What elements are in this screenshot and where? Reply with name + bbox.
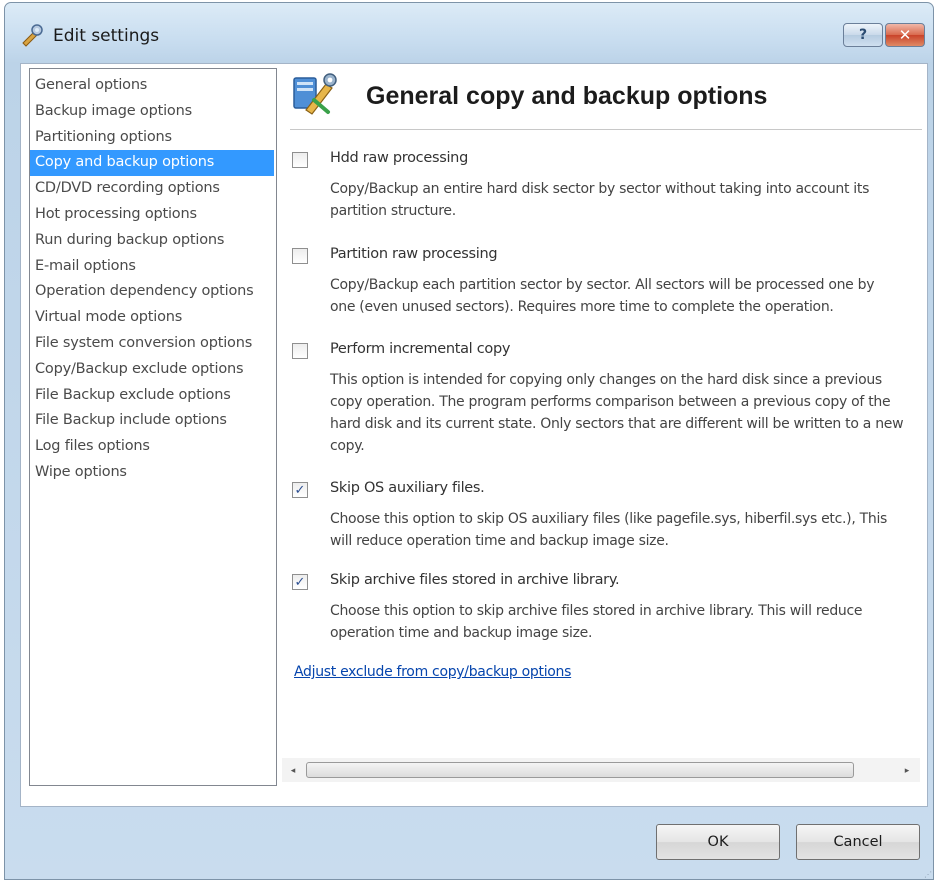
option-description: This option is intended for copying only… bbox=[330, 369, 922, 457]
description-line: Choose this option to skip archive files… bbox=[330, 603, 863, 619]
page-title: General copy and backup options bbox=[366, 82, 768, 110]
description-line: will reduce operation time and backup im… bbox=[330, 533, 669, 549]
nav-item-copy-backup-exclude-options[interactable]: Copy/Backup exclude options bbox=[30, 357, 276, 383]
nav-item-e-mail-options[interactable]: E-mail options bbox=[30, 254, 276, 280]
nav-item-partitioning-options[interactable]: Partitioning options bbox=[30, 125, 276, 151]
window-title: Edit settings bbox=[53, 26, 160, 46]
option-description: Copy/Backup an entire hard disk sector b… bbox=[330, 178, 922, 222]
horizontal-scrollbar[interactable]: ◂ ▸ bbox=[282, 758, 920, 782]
header-divider bbox=[290, 129, 922, 130]
scroll-right-icon[interactable]: ▸ bbox=[896, 758, 918, 782]
hdd-raw-processing-checkbox[interactable] bbox=[292, 152, 308, 168]
resize-grip-icon[interactable]: ⋰ bbox=[924, 870, 934, 880]
description-line: partition structure. bbox=[330, 203, 456, 219]
settings-wrench-icon bbox=[22, 24, 43, 47]
partition-raw-processing-checkbox[interactable] bbox=[292, 248, 308, 264]
description-line: Copy/Backup an entire hard disk sector b… bbox=[330, 181, 870, 197]
help-button[interactable]: ? bbox=[843, 23, 883, 47]
close-button[interactable]: ✕ bbox=[885, 23, 925, 47]
description-line: Choose this option to skip OS auxiliary … bbox=[330, 511, 888, 527]
option-label: Partition raw processing bbox=[330, 246, 498, 262]
skip-archive-files-checkbox[interactable]: ✓ bbox=[292, 574, 308, 590]
description-line: This option is intended for copying only… bbox=[330, 372, 882, 388]
description-line: operation time and backup image size. bbox=[330, 625, 593, 641]
nav-item-backup-image-options[interactable]: Backup image options bbox=[30, 99, 276, 125]
description-line: hard disk and its current state. Only se… bbox=[330, 416, 904, 432]
nav-item-file-backup-include-options[interactable]: File Backup include options bbox=[30, 408, 276, 434]
nav-item-copy-and-backup-options[interactable]: Copy and backup options bbox=[30, 150, 274, 177]
nav-item-general-options[interactable]: General options bbox=[30, 73, 276, 99]
nav-item-run-during-backup-options[interactable]: Run during backup options bbox=[30, 228, 276, 254]
nav-item-log-files-options[interactable]: Log files options bbox=[30, 434, 276, 460]
option-label: Perform incremental copy bbox=[330, 341, 511, 357]
nav-item-file-system-conversion-options[interactable]: File system conversion options bbox=[30, 331, 276, 357]
option-description: Choose this option to skip archive files… bbox=[330, 600, 922, 644]
description-line: copy. bbox=[330, 438, 365, 454]
nav-item-wipe-options[interactable]: Wipe options bbox=[30, 460, 276, 486]
adjust-exclude-link[interactable]: Adjust exclude from copy/backup options bbox=[294, 664, 571, 680]
options-category-list[interactable]: General options Backup image options Parti… bbox=[29, 68, 277, 786]
option-description: Copy/Backup each partition sector by sec… bbox=[330, 274, 922, 318]
nav-item-file-backup-exclude-options[interactable]: File Backup exclude options bbox=[30, 383, 276, 409]
settings-tools-icon bbox=[293, 73, 337, 115]
nav-item-operation-dependency-options[interactable]: Operation dependency options bbox=[30, 279, 276, 305]
description-line: Copy/Backup each partition sector by sec… bbox=[330, 277, 875, 293]
option-label: Hdd raw processing bbox=[330, 150, 468, 166]
perform-incremental-copy-checkbox[interactable] bbox=[292, 343, 308, 359]
nav-item-cd-dvd-recording-options[interactable]: CD/DVD recording options bbox=[30, 176, 276, 202]
options-pane: General copy and backup options Hdd raw … bbox=[282, 62, 922, 802]
option-label: Skip archive files stored in archive lib… bbox=[330, 572, 620, 588]
skip-os-auxiliary-files-checkbox[interactable]: ✓ bbox=[292, 482, 308, 498]
nav-item-hot-processing-options[interactable]: Hot processing options bbox=[30, 202, 276, 228]
scroll-left-icon[interactable]: ◂ bbox=[282, 758, 304, 782]
option-label: Skip OS auxiliary files. bbox=[330, 480, 485, 496]
option-description: Choose this option to skip OS auxiliary … bbox=[330, 508, 922, 552]
cancel-button[interactable]: Cancel bbox=[796, 824, 920, 860]
title-bar[interactable]: Edit settings ? ✕ bbox=[5, 3, 933, 65]
nav-item-virtual-mode-options[interactable]: Virtual mode options bbox=[30, 305, 276, 331]
scroll-thumb[interactable] bbox=[306, 762, 854, 778]
ok-button[interactable]: OK bbox=[656, 824, 780, 860]
description-line: copy operation. The program performs com… bbox=[330, 394, 891, 410]
description-line: one (even unused sectors). Requires more… bbox=[330, 299, 834, 315]
